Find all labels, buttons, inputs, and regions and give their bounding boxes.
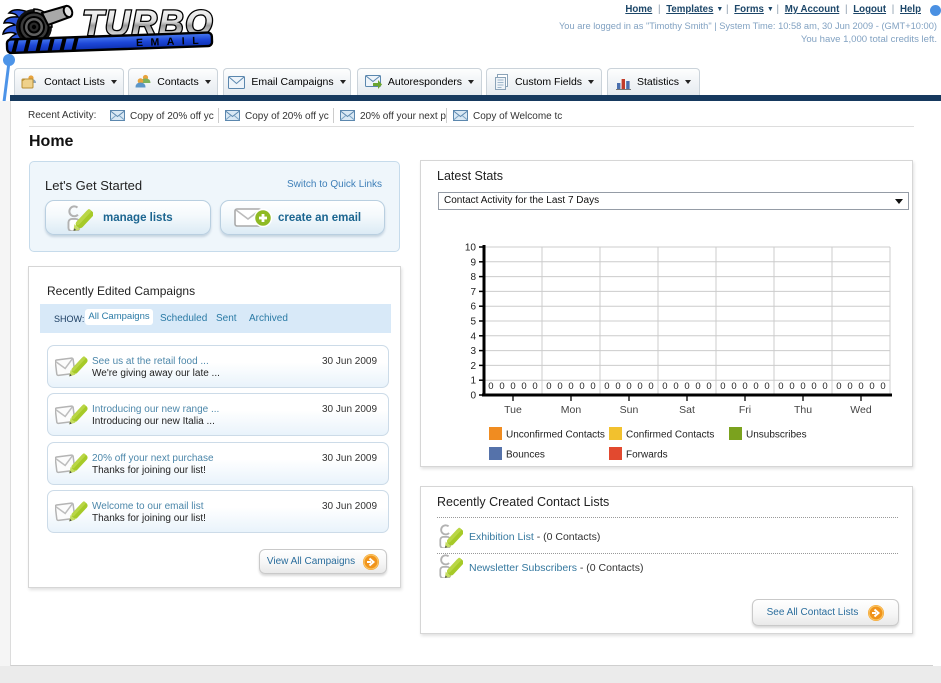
svg-text:4: 4 bbox=[470, 331, 476, 342]
svg-text:0: 0 bbox=[706, 381, 711, 392]
svg-text:0: 0 bbox=[557, 381, 562, 392]
svg-text:0: 0 bbox=[637, 381, 642, 392]
svg-text:0: 0 bbox=[662, 381, 667, 392]
svg-text:0: 0 bbox=[836, 381, 841, 392]
svg-text:0: 0 bbox=[753, 381, 758, 392]
svg-text:0: 0 bbox=[499, 381, 504, 392]
svg-text:Sat: Sat bbox=[679, 404, 695, 416]
svg-text:Sun: Sun bbox=[620, 404, 639, 416]
svg-text:0: 0 bbox=[579, 381, 584, 392]
svg-text:0: 0 bbox=[488, 381, 493, 392]
svg-text:0: 0 bbox=[626, 381, 631, 392]
svg-text:2: 2 bbox=[470, 361, 476, 372]
svg-text:Mon: Mon bbox=[561, 404, 582, 416]
svg-text:0: 0 bbox=[742, 381, 747, 392]
svg-text:8: 8 bbox=[470, 272, 476, 283]
svg-text:10: 10 bbox=[465, 243, 477, 254]
svg-text:0: 0 bbox=[720, 381, 725, 392]
svg-text:0: 0 bbox=[590, 381, 595, 392]
svg-text:Forwards: Forwards bbox=[626, 450, 668, 461]
svg-text:0: 0 bbox=[822, 381, 827, 392]
svg-text:3: 3 bbox=[470, 346, 476, 357]
svg-text:0: 0 bbox=[546, 381, 551, 392]
svg-text:0: 0 bbox=[604, 381, 609, 392]
svg-text:0: 0 bbox=[673, 381, 678, 392]
svg-text:0: 0 bbox=[532, 381, 537, 392]
svg-text:1: 1 bbox=[470, 376, 476, 387]
svg-text:0: 0 bbox=[615, 381, 620, 392]
svg-text:0: 0 bbox=[521, 381, 526, 392]
svg-text:0: 0 bbox=[811, 381, 816, 392]
svg-text:0: 0 bbox=[510, 381, 515, 392]
svg-text:Unconfirmed Contacts: Unconfirmed Contacts bbox=[506, 430, 605, 441]
svg-text:0: 0 bbox=[731, 381, 736, 392]
svg-text:Unsubscribes: Unsubscribes bbox=[746, 430, 807, 441]
svg-text:0: 0 bbox=[470, 391, 476, 402]
svg-text:0: 0 bbox=[847, 381, 852, 392]
svg-text:EMAIL: EMAIL bbox=[136, 35, 207, 49]
svg-text:0: 0 bbox=[648, 381, 653, 392]
svg-text:0: 0 bbox=[789, 381, 794, 392]
svg-text:0: 0 bbox=[695, 381, 700, 392]
svg-text:Confirmed Contacts: Confirmed Contacts bbox=[626, 430, 714, 441]
svg-text:0: 0 bbox=[778, 381, 783, 392]
svg-text:Thu: Thu bbox=[794, 404, 812, 416]
svg-text:Tue: Tue bbox=[504, 404, 522, 416]
svg-text:0: 0 bbox=[858, 381, 863, 392]
svg-text:Fri: Fri bbox=[739, 404, 751, 416]
svg-text:0: 0 bbox=[880, 381, 885, 392]
svg-text:6: 6 bbox=[470, 302, 476, 313]
svg-text:0: 0 bbox=[869, 381, 874, 392]
svg-text:0: 0 bbox=[568, 381, 573, 392]
svg-text:9: 9 bbox=[470, 257, 476, 268]
svg-text:5: 5 bbox=[470, 317, 476, 328]
svg-text:0: 0 bbox=[800, 381, 805, 392]
svg-text:7: 7 bbox=[470, 287, 476, 298]
svg-text:0: 0 bbox=[764, 381, 769, 392]
svg-text:Bounces: Bounces bbox=[506, 450, 545, 461]
svg-text:0: 0 bbox=[684, 381, 689, 392]
svg-text:Wed: Wed bbox=[850, 404, 872, 416]
